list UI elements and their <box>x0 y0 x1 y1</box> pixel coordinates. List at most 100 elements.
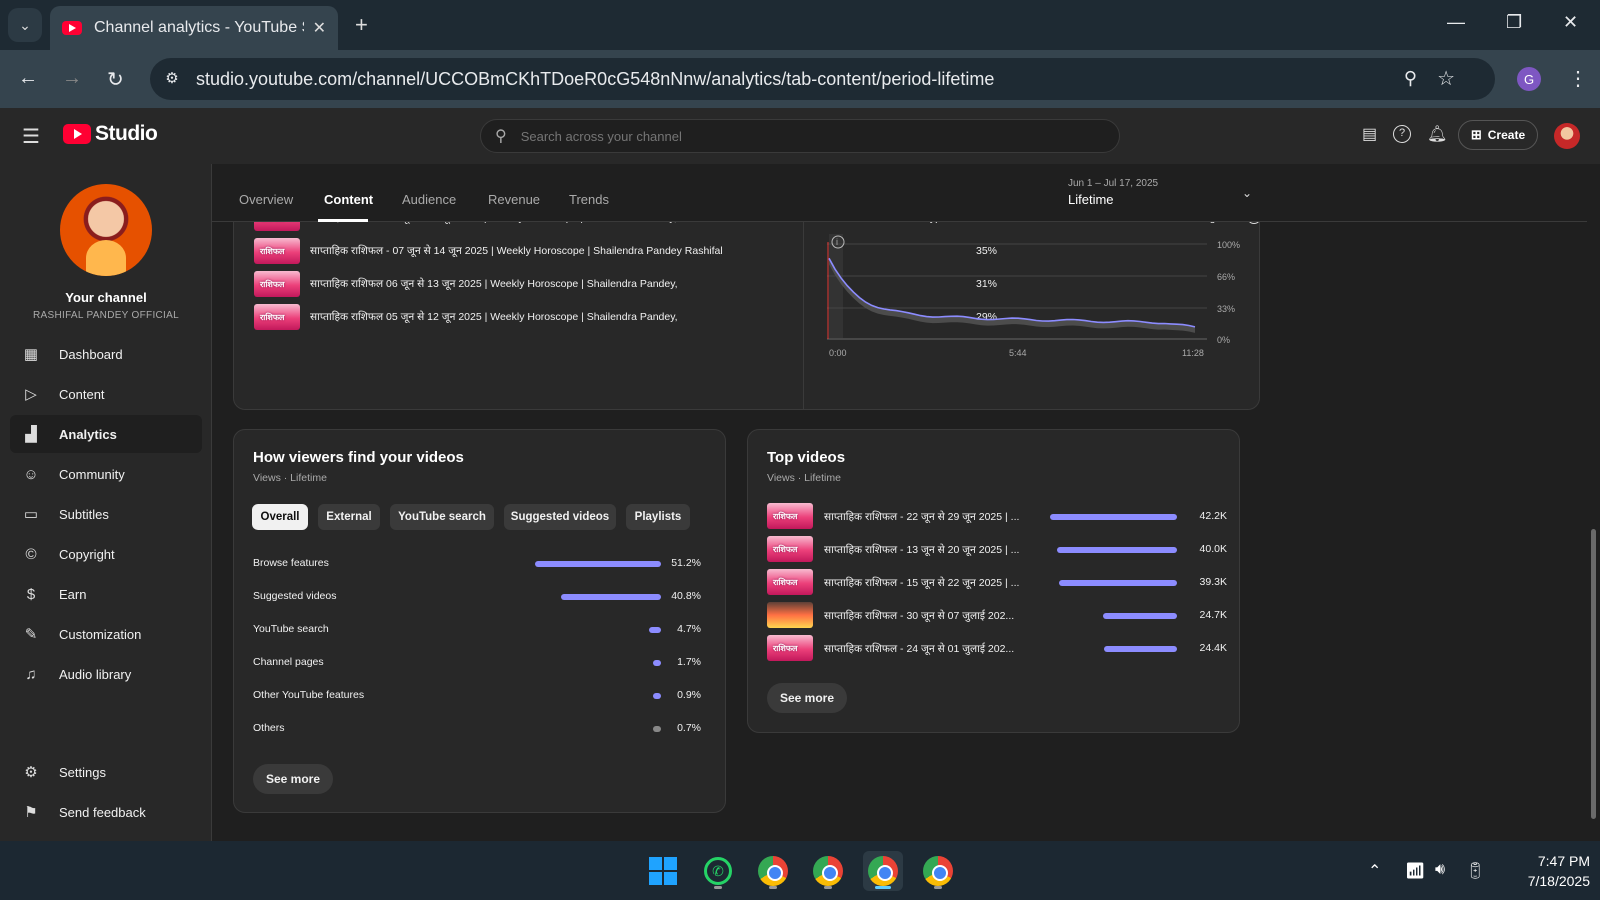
taskbar-chrome-2[interactable] <box>808 851 848 891</box>
browser-menu-icon[interactable]: ⋮ <box>1568 66 1588 91</box>
taskbar-whatsapp[interactable]: ✆ <box>698 851 738 891</box>
restore-icon[interactable]: ❐ <box>1506 12 1522 33</box>
tab-revenue[interactable]: Revenue <box>488 192 540 207</box>
battery-icon[interactable]: 🔋︎ <box>1465 861 1485 881</box>
comment-icon[interactable]: ▤ <box>1362 124 1377 144</box>
scrollbar-thumb[interactable] <box>1591 529 1596 819</box>
account-avatar[interactable] <box>1554 123 1580 149</box>
source-bar <box>653 726 661 732</box>
volume-icon[interactable]: 🔊︎ <box>1435 861 1445 879</box>
tab-trends[interactable]: Trends <box>569 192 609 207</box>
taskbar-chrome-1[interactable] <box>753 851 793 891</box>
taskbar-date[interactable]: 7/18/2025 <box>1500 873 1590 889</box>
reload-icon[interactable]: ↻ <box>107 67 124 92</box>
minimize-icon[interactable]: — <box>1447 12 1465 33</box>
sidebar-item-analytics[interactable]: ▟ Analytics <box>10 415 202 453</box>
retention-chart: i 100% 66% 33% 0% 0:00 5:44 11:28 <box>827 234 1240 358</box>
traffic-source-row[interactable]: Browse features 51.2% <box>253 554 708 574</box>
tab-content[interactable]: Content <box>324 192 373 207</box>
back-arrow-icon[interactable]: ← <box>18 67 38 90</box>
chip-external[interactable]: External <box>318 504 380 530</box>
top-video-row[interactable]: साप्ताहिक राशिफल - 22 जून से 29 जून 2025… <box>767 503 1227 531</box>
search-bar[interactable]: ⚲ <box>480 119 1120 153</box>
sidebar-item-community[interactable]: ☺ Community <box>10 455 202 493</box>
bookmark-star-icon[interactable]: ☆ <box>1437 66 1455 91</box>
views-bar <box>1059 580 1177 586</box>
views-bar <box>1050 514 1177 520</box>
address-bar[interactable]: ⚙ studio.youtube.com/channel/UCCOBmCKhTD… <box>150 58 1495 100</box>
views-bar <box>1104 646 1177 652</box>
top-video-row[interactable]: साप्ताहिक राशिफल - 30 जून से 07 जुलाई 20… <box>767 602 1227 630</box>
video-thumbnail <box>254 238 300 264</box>
taskbar-chrome-4[interactable] <box>918 851 958 891</box>
top-video-row[interactable]: साप्ताहिक राशिफल - 15 जून से 22 जून 2025… <box>767 569 1227 597</box>
period-date-range[interactable]: Jun 1 – Jul 17, 2025 <box>1068 178 1158 189</box>
traffic-source-row[interactable]: Others 0.7% <box>253 719 708 739</box>
start-button[interactable] <box>643 851 683 891</box>
source-bar <box>649 627 661 633</box>
hamburger-menu-icon[interactable]: ☰ <box>22 124 40 149</box>
video-thumbnail <box>254 271 300 297</box>
tray-chevron-up-icon[interactable]: ⌃ <box>1368 861 1381 881</box>
tab-overview[interactable]: Overview <box>239 192 293 207</box>
channel-avatar[interactable] <box>60 184 152 276</box>
sidebar-item-audio-library[interactable]: ♫ Audio library <box>10 655 202 693</box>
top-video-row[interactable]: साप्ताहिक राशिफल - 13 जून से 20 जून 2025… <box>767 536 1227 564</box>
traffic-source-row[interactable]: YouTube search 4.7% <box>253 620 708 640</box>
chevron-down-icon[interactable]: ⌄ <box>1242 186 1252 200</box>
page-scrollbar[interactable] <box>1587 164 1600 841</box>
traffic-source-row[interactable]: Suggested videos 40.8% <box>253 587 708 607</box>
traffic-source-row[interactable]: Channel pages 1.7% <box>253 653 708 673</box>
browser-tab-active[interactable]: Channel analytics - YouTube Studio ✕ <box>50 6 338 50</box>
close-window-icon[interactable]: ✕ <box>1563 12 1578 33</box>
sidebar-item-copyright[interactable]: © Copyright <box>10 535 202 573</box>
studio-logo[interactable]: Studio <box>63 122 158 146</box>
forward-arrow-icon[interactable]: → <box>62 67 82 90</box>
sidebar-item-label: Customization <box>59 626 142 642</box>
source-label: YouTube search <box>253 623 329 635</box>
chip-overall[interactable]: Overall <box>252 504 308 530</box>
windows-logo-icon <box>649 857 677 885</box>
help-icon[interactable]: ? <box>1393 125 1411 143</box>
notifications-bell-icon[interactable]: 🔔︎ <box>1427 124 1447 144</box>
period-selector[interactable]: Lifetime <box>1068 192 1114 207</box>
sidebar-item-settings[interactable]: ⚙ Settings <box>10 753 202 791</box>
chip-suggested-videos[interactable]: Suggested videos <box>504 504 616 530</box>
retention-video-row[interactable]: साप्ताहिक राशिफल 06 जून से 13 जून 2025 |… <box>254 270 774 298</box>
windows-taskbar: ✆ ⌃ 📶︎ 🔊︎ 🔋︎ <box>0 841 1600 900</box>
sidebar-item-earn[interactable]: $ Earn <box>10 575 202 613</box>
browser-tab-bar: ⌄ Channel analytics - YouTube Studio ✕ +… <box>0 0 1600 50</box>
views-bar <box>1057 547 1177 553</box>
url-text[interactable]: studio.youtube.com/channel/UCCOBmCKhTDoe… <box>196 69 994 90</box>
sidebar-item-send-feedback[interactable]: ⚑ Send feedback <box>10 793 202 831</box>
top-videos-see-more-button[interactable]: See more <box>767 683 848 713</box>
wifi-icon[interactable]: 📶︎ <box>1405 861 1425 881</box>
tab-audience[interactable]: Audience <box>402 192 456 207</box>
traffic-see-more-button[interactable]: See more <box>253 764 334 794</box>
top-video-row[interactable]: साप्ताहिक राशिफल - 24 जून से 01 जुलाई 20… <box>767 635 1227 663</box>
chip-youtube-search[interactable]: YouTube search <box>390 504 494 530</box>
retention-video-row[interactable]: साप्ताहिक राशिफल - 07 जून से 14 जून 2025… <box>254 237 774 265</box>
y-tick-33: 33% <box>1217 304 1235 314</box>
tab-close-icon[interactable]: ✕ <box>313 18 326 38</box>
sidebar-item-dashboard[interactable]: ▦ Dashboard <box>10 335 202 373</box>
new-tab-plus-icon[interactable]: + <box>355 12 368 38</box>
taskbar-time[interactable]: 7:47 PM <box>1520 853 1590 869</box>
chip-playlists[interactable]: Playlists <box>626 504 690 530</box>
tab-search-chevron-icon[interactable]: ⌄ <box>8 8 42 42</box>
browser-profile-avatar[interactable]: G <box>1517 67 1541 91</box>
create-button[interactable]: ⊞ Create <box>1458 120 1538 150</box>
chrome-icon <box>758 856 788 886</box>
source-label: Channel pages <box>253 656 324 668</box>
retention-video-row[interactable]: साप्ताहिक राशिफल 05 जून से 12 जून 2025 |… <box>254 303 774 331</box>
zoom-icon[interactable]: ⚲ <box>1404 68 1417 89</box>
sidebar-item-content[interactable]: ▷ Content <box>10 375 202 413</box>
site-info-icon[interactable]: ⚙ <box>162 69 182 89</box>
active-tab-indicator <box>318 219 368 222</box>
taskbar-chrome-3[interactable] <box>863 851 903 891</box>
source-value: 4.7% <box>677 623 701 635</box>
search-input[interactable] <box>520 128 1061 144</box>
traffic-source-row[interactable]: Other YouTube features 0.9% <box>253 686 708 706</box>
sidebar-item-subtitles[interactable]: ▭ Subtitles <box>10 495 202 533</box>
sidebar-item-customization[interactable]: ✎ Customization <box>10 615 202 653</box>
